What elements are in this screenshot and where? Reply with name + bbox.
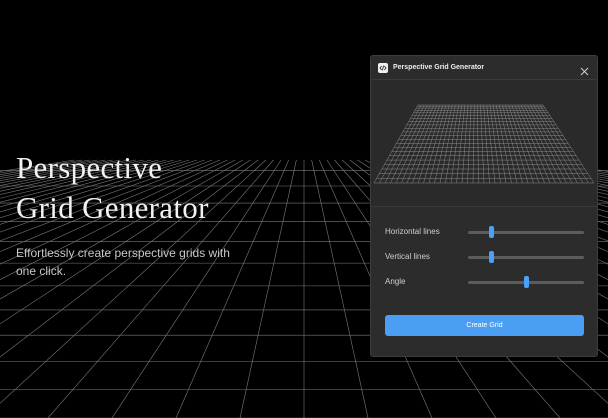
close-icon[interactable] bbox=[580, 63, 589, 76]
angle-control: Angle bbox=[385, 275, 585, 289]
horizontal-lines-slider[interactable] bbox=[468, 225, 584, 239]
grid-line bbox=[379, 104, 422, 184]
hero-title-line-1: Perspective bbox=[16, 150, 163, 185]
vertical-lines-slider[interactable] bbox=[468, 250, 584, 264]
create-grid-button[interactable]: Create Grid bbox=[385, 315, 584, 336]
grid-line bbox=[480, 104, 485, 184]
grid-preview bbox=[371, 80, 597, 207]
grid-line bbox=[477, 104, 479, 184]
grid-line bbox=[395, 104, 431, 184]
horizontal-lines-control: Horizontal lines bbox=[385, 225, 585, 239]
grid-line bbox=[472, 104, 475, 184]
preview-perspective-grid bbox=[373, 104, 595, 184]
hero-title: Perspective Grid Generator bbox=[16, 148, 209, 228]
grid-line bbox=[239, 159, 297, 418]
grid-line bbox=[439, 104, 456, 184]
grid-line bbox=[445, 104, 459, 184]
grid-line bbox=[511, 104, 540, 184]
slider-thumb[interactable] bbox=[488, 226, 494, 238]
panel-title: Perspective Grid Generator bbox=[393, 64, 485, 71]
hero-subtitle: Effortlessly create perspective grids wi… bbox=[16, 246, 230, 278]
angle-label: Angle bbox=[385, 277, 406, 286]
slider-thumb[interactable] bbox=[488, 251, 494, 263]
hero-title-line-2: Grid Generator bbox=[16, 190, 209, 225]
grid-line bbox=[401, 104, 434, 184]
slider-track bbox=[468, 256, 584, 259]
grid-line bbox=[450, 104, 462, 184]
grid-line bbox=[384, 104, 425, 184]
grid-line bbox=[517, 104, 551, 184]
slider-track bbox=[468, 231, 584, 234]
grid-line bbox=[311, 159, 369, 418]
grid-line bbox=[505, 104, 529, 184]
grid-line bbox=[542, 104, 595, 184]
panel-header: Perspective Grid Generator bbox=[371, 56, 597, 80]
vertical-lines-control: Vertical lines bbox=[385, 250, 585, 264]
grid-line bbox=[423, 104, 447, 184]
horizontal-lines-label: Horizontal lines bbox=[385, 227, 440, 236]
grid-line bbox=[536, 104, 584, 184]
vertical-lines-label: Vertical lines bbox=[385, 252, 430, 261]
grid-line bbox=[530, 104, 573, 184]
grid-line bbox=[412, 104, 441, 184]
grid-line bbox=[499, 104, 518, 184]
angle-slider[interactable] bbox=[468, 275, 584, 289]
grid-line bbox=[486, 104, 496, 184]
grid-line bbox=[467, 104, 472, 184]
grid-line bbox=[434, 104, 453, 184]
code-icon bbox=[378, 63, 388, 73]
slider-thumb[interactable] bbox=[523, 276, 529, 288]
grid-line bbox=[456, 104, 466, 184]
plugin-panel: Perspective Grid Generator Horizontal li… bbox=[370, 55, 598, 357]
grid-line bbox=[483, 104, 490, 184]
grid-line bbox=[461, 104, 469, 184]
grid-line bbox=[520, 104, 556, 184]
